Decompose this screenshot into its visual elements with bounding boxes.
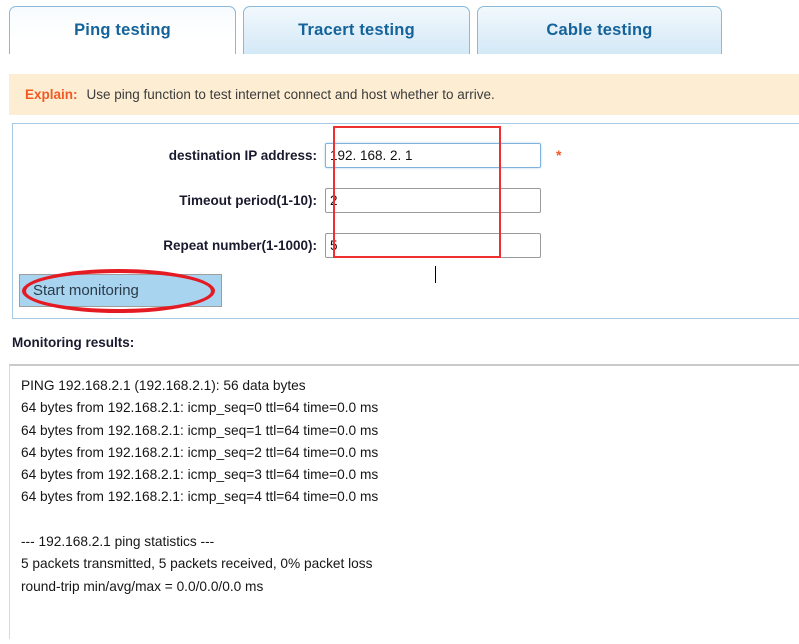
result-line-blank [21, 509, 799, 531]
result-line: 64 bytes from 192.168.2.1: icmp_seq=0 tt… [21, 400, 379, 416]
result-line: round-trip min/avg/max = 0.0/0.0/0.0 ms [21, 578, 264, 594]
destination-ip-label: destination IP address: [168, 147, 317, 163]
required-asterisk: * [556, 147, 562, 163]
explain-banner: Explain: Use ping function to test inter… [9, 74, 799, 115]
repeat-number-input[interactable] [325, 232, 541, 258]
form-row-repeat-number: Repeat number(1-1000): [13, 231, 541, 259]
monitoring-results-title: Monitoring results: [12, 335, 135, 350]
tab-ping-testing[interactable]: Ping testing [9, 6, 236, 54]
form-row-timeout-period: Timeout period(1-10): [13, 186, 541, 214]
timeout-period-label: Timeout period(1-10): [179, 192, 317, 208]
result-line: PING 192.168.2.1 (192.168.2.1): 56 data … [21, 378, 306, 393]
repeat-number-label: Repeat number(1-1000): [163, 237, 317, 253]
result-line: 64 bytes from 192.168.2.1: icmp_seq=1 tt… [21, 422, 379, 438]
tab-tracert-testing[interactable]: Tracert testing [243, 6, 470, 54]
explain-label: Explain: [25, 87, 78, 102]
timeout-period-input[interactable] [325, 187, 541, 213]
result-line: 5 packets transmitted, 5 packets receive… [21, 556, 373, 572]
result-line: 64 bytes from 192.168.2.1: icmp_seq=4 tt… [21, 489, 379, 505]
explain-text: Use ping function to test internet conne… [86, 87, 495, 102]
result-line: 64 bytes from 192.168.2.1: icmp_seq=3 tt… [21, 467, 379, 483]
active-tab-underlay [0, 57, 799, 58]
result-line: 64 bytes from 192.168.2.1: icmp_seq=2 tt… [21, 444, 379, 460]
tab-ping-testing-label: Ping testing [74, 21, 171, 39]
ping-form-panel: destination IP address: * Timeout period… [12, 123, 799, 319]
monitoring-results-output[interactable]: PING 192.168.2.1 (192.168.2.1): 56 data … [9, 364, 799, 639]
tab-cable-testing-label: Cable testing [546, 21, 653, 39]
destination-ip-input[interactable] [325, 142, 541, 168]
tab-tracert-testing-label: Tracert testing [298, 21, 415, 39]
form-row-destination-ip: destination IP address: * [13, 141, 561, 169]
tab-strip: Ping testing Tracert testing Cable testi… [0, 0, 799, 58]
tab-cable-testing[interactable]: Cable testing [477, 6, 722, 54]
text-cursor [435, 266, 436, 283]
result-line: --- 192.168.2.1 ping statistics --- [21, 534, 215, 550]
start-monitoring-button[interactable]: Start monitoring [19, 274, 222, 307]
